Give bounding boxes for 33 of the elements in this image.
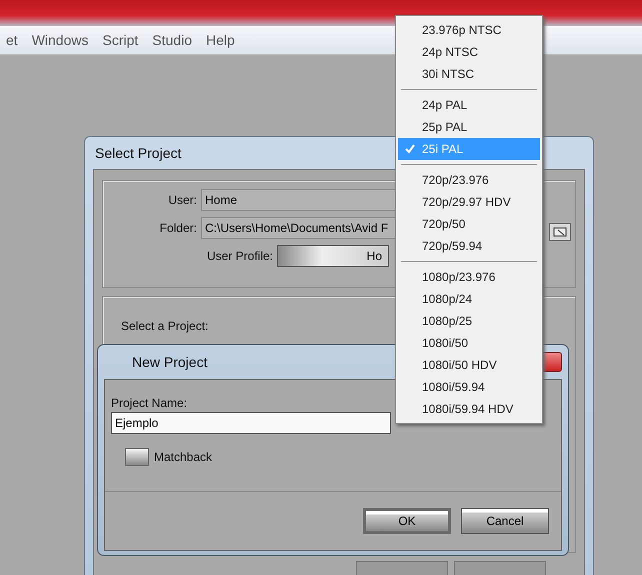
field-label: Folder:: [158, 221, 197, 235]
project-name-field[interactable]: Ejemplo: [111, 412, 391, 434]
folder-browse-icon[interactable]: [549, 223, 571, 241]
menu-option[interactable]: 1080i/59.94: [398, 376, 540, 398]
cancel-button[interactable]: Cancel: [461, 508, 549, 534]
menu-option[interactable]: 24p PAL: [398, 94, 540, 116]
menu-item[interactable]: Studio: [152, 32, 192, 48]
field-label: User Profile:: [206, 249, 273, 263]
matchback-checkbox[interactable]: [125, 448, 149, 466]
ok-button[interactable]: OK: [363, 508, 451, 534]
menu-option[interactable]: 1080p/23.976: [398, 266, 540, 288]
menu-option[interactable]: 1080i/50 HDV: [398, 354, 540, 376]
menu-option[interactable]: 30i NTSC: [398, 63, 540, 85]
menu-option[interactable]: 1080p/24: [398, 288, 540, 310]
user-profile-button[interactable]: Ho: [277, 245, 389, 267]
menu-option[interactable]: 1080i/59.94 HDV: [398, 398, 540, 420]
checkmark-icon: [405, 144, 415, 154]
menu-item[interactable]: Help: [206, 32, 235, 48]
section-label: Select a Project:: [121, 319, 208, 333]
menu-option[interactable]: 25p PAL: [398, 116, 540, 138]
field-label: Project Name:: [111, 396, 188, 410]
menu-item[interactable]: et: [6, 32, 18, 48]
menu-option[interactable]: 1080p/25: [398, 310, 540, 332]
menu-option[interactable]: 720p/23.976: [398, 169, 540, 191]
menu-option[interactable]: 23.976p NTSC: [398, 19, 540, 41]
window-title: Select Project: [94, 144, 182, 163]
menu-item[interactable]: Script: [102, 32, 138, 48]
checkbox-label: Matchback: [154, 450, 212, 464]
field-label: User:: [167, 193, 197, 207]
menu-option[interactable]: 1080i/50: [398, 332, 540, 354]
menu-option[interactable]: 24p NTSC: [398, 41, 540, 63]
window-title: New Project: [132, 354, 208, 370]
menu-item[interactable]: Windows: [32, 32, 88, 48]
